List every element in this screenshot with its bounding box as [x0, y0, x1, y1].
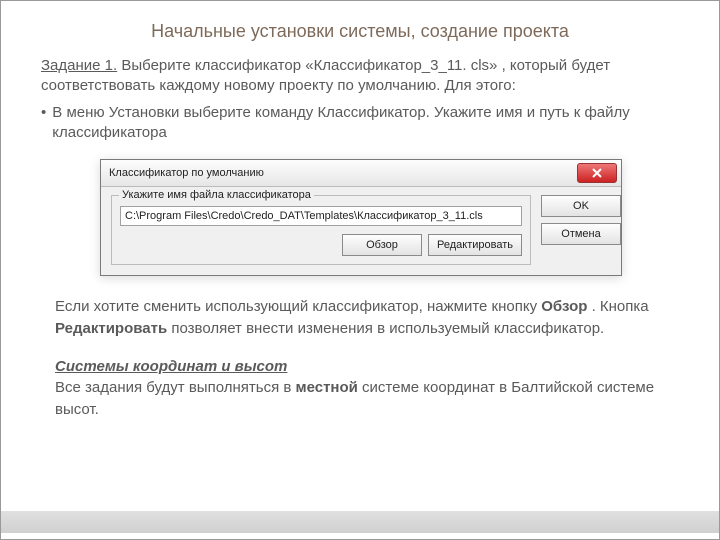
descr1-e: позволяет внести изменения в используемы… — [167, 320, 604, 337]
dialog-titlebar: Классификатор по умолчанию — [101, 160, 621, 187]
dialog-button-row: Обзор Редактировать — [120, 234, 522, 256]
browse-button[interactable]: Обзор — [342, 234, 422, 256]
group-legend: Укажите имя файла классификатора — [119, 189, 314, 201]
task-paragraph: Задание 1. Выберите классификатор «Класс… — [41, 56, 679, 97]
slide: Начальные установки системы, создание пр… — [0, 0, 720, 540]
dialog-wrap: Классификатор по умолчанию Укажите имя ф… — [100, 159, 620, 276]
sec-b: местной — [296, 379, 358, 396]
descr1-d: Редактировать — [55, 320, 167, 337]
task-label: Задание 1. — [41, 57, 117, 74]
filename-groupbox: Укажите имя файла классификатора Обзор Р… — [111, 195, 531, 265]
bullet-marker: • — [41, 103, 46, 123]
edit-button[interactable]: Редактировать — [428, 234, 522, 256]
cancel-button[interactable]: Отмена — [541, 223, 621, 245]
bullet-text: В меню Установки выберите команду Класси… — [52, 103, 679, 144]
close-button[interactable] — [577, 163, 617, 183]
description-1: Если хотите сменить использующий классиф… — [41, 296, 679, 340]
descr1-b: Обзор — [541, 298, 587, 315]
descr1-c: . Кнопка — [587, 298, 648, 315]
dialog-right: OK Отмена — [531, 195, 611, 265]
task-text: Выберите классификатор «Классификатор_3_… — [41, 57, 610, 94]
bullet-row: • В меню Установки выберите команду Клас… — [41, 103, 679, 144]
footer-stripe — [1, 511, 719, 533]
dialog-title-text: Классификатор по умолчанию — [109, 167, 264, 179]
ok-button[interactable]: OK — [541, 195, 621, 217]
descr1-a: Если хотите сменить использующий классиф… — [55, 298, 541, 315]
classifier-dialog: Классификатор по умолчанию Укажите имя ф… — [100, 159, 622, 276]
page-title: Начальные установки системы, создание пр… — [41, 21, 679, 42]
classifier-path-input[interactable] — [120, 206, 522, 226]
description-2: Системы координат и высот Все задания бу… — [41, 356, 679, 421]
close-icon — [592, 168, 602, 178]
sec-a: Все задания будут выполняться в — [55, 379, 296, 396]
section-title: Системы координат и высот — [55, 358, 287, 375]
dialog-left: Укажите имя файла классификатора Обзор Р… — [111, 195, 531, 265]
dialog-body: Укажите имя файла классификатора Обзор Р… — [101, 187, 621, 275]
